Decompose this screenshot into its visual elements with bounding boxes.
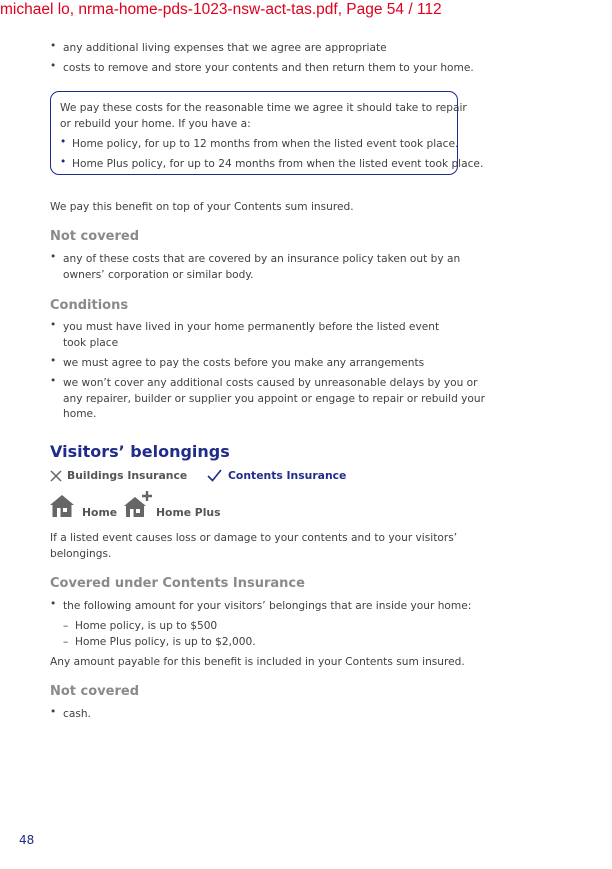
box-item-home: Home policy, for up to 12 months from wh… xyxy=(72,138,459,150)
home-policy-label: Home xyxy=(82,506,118,519)
section-title: Visitors’ belongings xyxy=(50,442,230,461)
bullet-marker: • xyxy=(50,251,57,263)
bullet-marker: • xyxy=(60,136,67,148)
sub-item-home: Home policy, is up to $500 xyxy=(75,620,218,632)
visitors-intro-line-2: belongings. xyxy=(50,548,112,560)
bullet-marker: • xyxy=(50,598,57,610)
box-intro-line-2: or rebuild your home. If you have a: xyxy=(60,118,251,130)
top-list-item-2: costs to remove and store your contents … xyxy=(63,62,474,74)
dash-marker: – xyxy=(63,620,69,632)
buildings-insurance-label: Buildings Insurance xyxy=(67,469,188,482)
top-list-item-1: any additional living expenses that we a… xyxy=(63,42,387,54)
box-item-home-plus: Home Plus policy, for up to 24 months fr… xyxy=(72,158,484,170)
bullet-marker: • xyxy=(50,60,57,72)
not-covered-heading-2: Not covered xyxy=(50,684,140,699)
visitors-intro-line-1: If a listed event causes loss or damage … xyxy=(50,532,458,544)
bullet-marker: • xyxy=(50,319,57,331)
condition-3-line-3: home. xyxy=(63,408,97,420)
home-icon xyxy=(49,494,75,518)
not-covered-heading: Not covered xyxy=(50,229,140,244)
bullet-marker: • xyxy=(50,355,57,367)
check-icon xyxy=(207,469,222,482)
box-intro-line-1: We pay these costs for the reasonable ti… xyxy=(60,102,467,114)
not-covered-cash: cash. xyxy=(63,708,91,720)
bullet-marker: • xyxy=(50,706,57,718)
home-plus-policy-label: Home Plus xyxy=(156,506,221,519)
home-plus-icon xyxy=(123,490,153,518)
benefit-note: We pay this benefit on top of your Conte… xyxy=(50,201,354,213)
benefit-included-note: Any amount payable for this benefit is i… xyxy=(50,656,465,668)
not-covered-item-line-1: any of these costs that are covered by a… xyxy=(63,253,461,265)
dash-marker: – xyxy=(63,636,69,648)
conditions-heading: Conditions xyxy=(50,298,129,313)
condition-3-line-1: we won’t cover any additional costs caus… xyxy=(63,377,478,389)
condition-1-line-1: you must have lived in your home permane… xyxy=(63,321,440,333)
condition-1-line-2: took place xyxy=(63,337,119,349)
contents-insurance-label: Contents Insurance xyxy=(228,469,347,482)
covered-heading: Covered under Contents Insurance xyxy=(50,576,305,591)
not-covered-item-line-2: owners’ corporation or similar body. xyxy=(63,269,254,281)
condition-2: we must agree to pay the costs before yo… xyxy=(63,357,425,369)
document-header: michael lo, nrma-home-pds-1023-nsw-act-t… xyxy=(0,1,442,18)
page-number: 48 xyxy=(19,833,35,847)
bullet-marker: • xyxy=(60,156,67,168)
condition-3-line-2: any repairer, builder or supplier you ap… xyxy=(63,393,485,405)
sub-item-home-plus: Home Plus policy, is up to $2,000. xyxy=(75,636,256,648)
cross-icon xyxy=(50,470,62,482)
covered-item: the following amount for your visitors’ … xyxy=(63,600,472,612)
bullet-marker: • xyxy=(50,375,57,387)
bullet-marker: • xyxy=(50,40,57,52)
